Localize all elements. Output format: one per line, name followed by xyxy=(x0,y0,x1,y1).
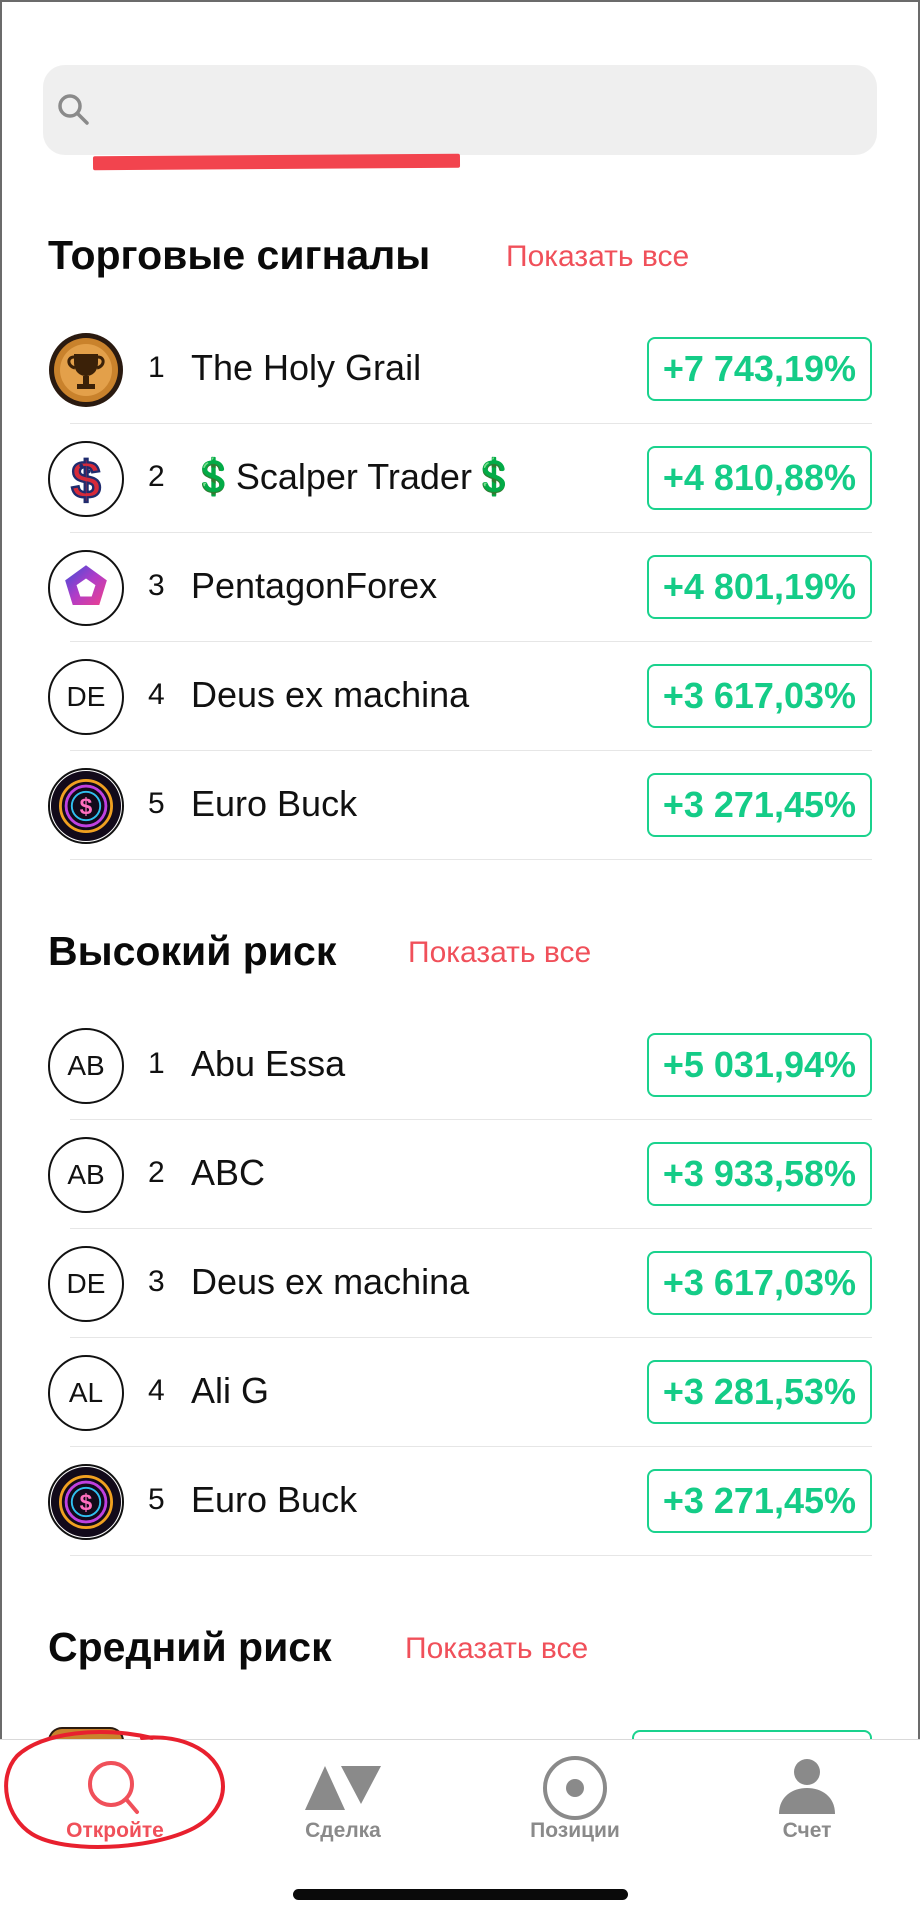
tab-positions[interactable]: Позиции xyxy=(460,1740,690,1860)
rank: 3 xyxy=(148,1265,165,1298)
list-item[interactable]: AB 2 ABC +3 933,58% xyxy=(0,1120,920,1229)
pentagon-icon xyxy=(51,553,121,623)
list-item[interactable]: AB 1 Abu Essa +5 031,94% xyxy=(0,1011,920,1120)
section-trading-signals: Торговые сигналы Показать все xyxy=(0,232,920,302)
signal-name: Deus ex machina xyxy=(191,1261,470,1302)
return-badge: +5 031,94% xyxy=(646,1033,872,1097)
svg-text:$: $ xyxy=(71,451,101,510)
search-icon xyxy=(58,94,89,125)
avatar-initials: AL xyxy=(48,1355,124,1431)
rank: 4 xyxy=(148,1374,165,1407)
section-medium-risk: Средний риск Показать все xyxy=(0,1624,920,1694)
tab-explore[interactable]: Откройте xyxy=(0,1740,230,1860)
rank: 1 xyxy=(148,351,165,384)
trophy-icon xyxy=(49,333,123,407)
avatar-initials: DE xyxy=(48,659,124,735)
avatar-initials: AB xyxy=(48,1028,124,1104)
signal-name: Deus ex machina xyxy=(191,674,470,715)
svg-text:$: $ xyxy=(80,1490,93,1516)
tab-trade[interactable]: Сделка xyxy=(228,1740,458,1860)
list-item[interactable]: 1 The Holy Grail +7 743,19% xyxy=(0,315,920,424)
rank: 5 xyxy=(148,787,165,820)
section-title: Средний риск xyxy=(48,1624,332,1670)
list-item[interactable]: $ 5 Euro Buck +3 271,45% xyxy=(0,751,920,860)
dollar-icon: $ xyxy=(51,444,121,514)
list-item[interactable]: $ 5 Euro Buck +3 271,45% xyxy=(0,1447,920,1556)
divider xyxy=(70,859,872,860)
return-badge: +7 743,19% xyxy=(646,337,872,401)
search-input[interactable] xyxy=(103,65,877,155)
return-badge: +3 617,03% xyxy=(646,664,872,728)
signal-name: Ali G xyxy=(191,1370,270,1411)
tab-label: Счет xyxy=(782,1819,832,1842)
return-badge: +3 271,45% xyxy=(646,1469,872,1533)
section-high-risk: Высокий риск Показать все xyxy=(0,928,920,998)
avatar xyxy=(48,550,124,626)
section-title: Высокий риск xyxy=(48,928,337,974)
home-indicator xyxy=(293,1889,628,1900)
return-badge: +3 281,53% xyxy=(646,1360,872,1424)
return-badge: +3 271,45% xyxy=(646,773,872,837)
rank: 1 xyxy=(148,1047,165,1080)
trade-triangles-icon xyxy=(305,1766,381,1810)
show-all-link[interactable]: Показать все xyxy=(506,240,689,274)
list-item[interactable]: $ 2 💲Scalper Trader💲 +4 810,88% xyxy=(0,424,920,533)
signal-name: PentagonForex xyxy=(191,565,438,606)
list-item[interactable]: AL 4 Ali G +3 281,53% xyxy=(0,1338,920,1447)
avatar: $ xyxy=(48,441,124,517)
search-icon xyxy=(88,1761,139,1814)
show-all-link[interactable]: Показать все xyxy=(405,1632,588,1666)
rank: 4 xyxy=(148,678,165,711)
signal-name: 💲Scalper Trader💲 xyxy=(191,456,517,497)
return-badge: +4 801,19% xyxy=(646,555,872,619)
neon-coin-icon: $ xyxy=(50,1466,122,1538)
tab-label: Откройте xyxy=(66,1819,164,1842)
signal-name: Abu Essa xyxy=(191,1043,346,1084)
search-underline-annotation xyxy=(92,153,461,171)
positions-target-icon xyxy=(543,1756,607,1820)
list-item[interactable]: 3 PentagonForex +4 801,19% xyxy=(0,533,920,642)
rank: 2 xyxy=(148,460,165,493)
return-badge: +4 810,88% xyxy=(646,446,872,510)
tab-account[interactable]: Счет xyxy=(692,1740,920,1860)
rank: 3 xyxy=(148,569,165,602)
divider xyxy=(70,1555,872,1556)
section-header: Торговые сигналы Показать все xyxy=(0,232,920,302)
tab-label: Позиции xyxy=(530,1819,620,1842)
list-item[interactable]: DE 4 Deus ex machina +3 617,03% xyxy=(0,642,920,751)
section-header: Высокий риск Показать все xyxy=(0,928,920,998)
avatar: $ xyxy=(48,768,124,844)
avatar-initials: DE xyxy=(48,1246,124,1322)
signal-name: The Holy Grail xyxy=(191,347,422,388)
avatar: $ xyxy=(48,1464,124,1540)
show-all-link[interactable]: Показать все xyxy=(408,936,591,970)
neon-coin-icon: $ xyxy=(50,770,122,842)
signal-name: ABC xyxy=(191,1152,266,1193)
signal-name: Euro Buck xyxy=(191,1479,358,1520)
avatar-initials: AB xyxy=(48,1137,124,1213)
rank: 2 xyxy=(148,1156,165,1189)
return-badge: +3 933,58% xyxy=(646,1142,872,1206)
signal-name: Euro Buck xyxy=(191,783,358,824)
avatar xyxy=(48,332,124,408)
svg-text:$: $ xyxy=(80,794,93,820)
section-header: Средний риск Показать все xyxy=(0,1624,920,1694)
rank: 5 xyxy=(148,1483,165,1516)
list-item[interactable]: DE 3 Deus ex machina +3 617,03% xyxy=(0,1229,920,1338)
tab-label: Сделка xyxy=(305,1819,381,1842)
section-title: Торговые сигналы xyxy=(48,232,431,278)
return-badge: +3 617,03% xyxy=(646,1251,872,1315)
person-icon xyxy=(779,1759,835,1814)
search-bar[interactable] xyxy=(43,65,877,155)
